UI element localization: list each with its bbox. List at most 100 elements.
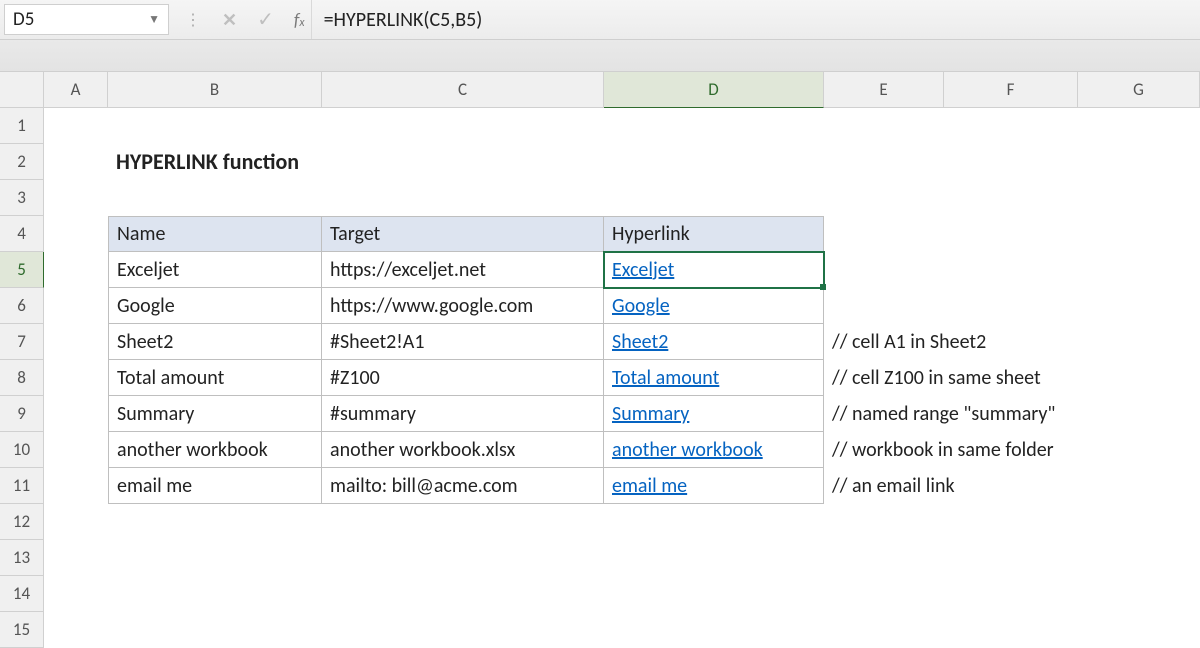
cell-E15[interactable]	[824, 612, 944, 648]
cell-B8[interactable]: Total amount	[108, 360, 322, 396]
col-head-G[interactable]: G	[1078, 72, 1200, 108]
cell-G5[interactable]	[1078, 252, 1200, 288]
cell-C14[interactable]	[322, 576, 604, 612]
hyperlink-cell[interactable]: Exceljet	[612, 258, 674, 282]
cell-E13[interactable]	[824, 540, 944, 576]
row-head-4[interactable]: 4	[0, 216, 44, 252]
cell-C2[interactable]	[322, 144, 604, 180]
cell-F15[interactable]	[944, 612, 1078, 648]
formula-bar[interactable]: =HYPERLINK(C5,B5)	[311, 0, 1200, 39]
cell-A3[interactable]	[44, 180, 108, 216]
row-head-3[interactable]: 3	[0, 180, 44, 216]
cell-G13[interactable]	[1078, 540, 1200, 576]
cell-B9[interactable]: Summary	[108, 396, 322, 432]
cell-A9[interactable]	[44, 396, 108, 432]
cell-B14[interactable]	[108, 576, 322, 612]
hyperlink-cell[interactable]: Sheet2	[612, 330, 668, 354]
cell-A10[interactable]	[44, 432, 108, 468]
cell-E3[interactable]	[824, 180, 944, 216]
cell-D9[interactable]: Summary	[604, 396, 824, 432]
cell-E5[interactable]	[824, 252, 944, 288]
cell-D6[interactable]: Google	[604, 288, 824, 324]
cell-D14[interactable]	[604, 576, 824, 612]
cell-D3[interactable]	[604, 180, 824, 216]
hyperlink-cell[interactable]: Total amount	[612, 366, 719, 390]
cancel-icon[interactable]: ✕	[222, 9, 237, 31]
table-head-hyperlink[interactable]: Hyperlink	[604, 216, 824, 252]
cell-C1[interactable]	[322, 108, 604, 144]
row-head-1[interactable]: 1	[0, 108, 44, 144]
cell-F1[interactable]	[944, 108, 1078, 144]
cell-A15[interactable]	[44, 612, 108, 648]
cell-F7[interactable]	[944, 324, 1078, 360]
cell-B1[interactable]	[108, 108, 322, 144]
row-head-10[interactable]: 10	[0, 432, 44, 468]
cell-D12[interactable]	[604, 504, 824, 540]
cell-B5[interactable]: Exceljet	[108, 252, 322, 288]
cell-D5-selected[interactable]: Exceljet	[604, 252, 824, 288]
cell-A11[interactable]	[44, 468, 108, 504]
cell-E14[interactable]	[824, 576, 944, 612]
col-head-A[interactable]: A	[44, 72, 108, 108]
cell-F14[interactable]	[944, 576, 1078, 612]
cell-B15[interactable]	[108, 612, 322, 648]
fill-handle[interactable]	[820, 284, 826, 290]
cell-A5[interactable]	[44, 252, 108, 288]
cell-C15[interactable]	[322, 612, 604, 648]
cell-C12[interactable]	[322, 504, 604, 540]
cell-B7[interactable]: Sheet2	[108, 324, 322, 360]
cell-E9[interactable]: // named range "summary"	[824, 396, 944, 432]
row-head-7[interactable]: 7	[0, 324, 44, 360]
cell-E12[interactable]	[824, 504, 944, 540]
cell-A1[interactable]	[44, 108, 108, 144]
cell-D15[interactable]	[604, 612, 824, 648]
name-box[interactable]: D5 ▼	[4, 4, 169, 35]
cell-F3[interactable]	[944, 180, 1078, 216]
cell-G10[interactable]	[1078, 432, 1200, 468]
chevron-down-icon[interactable]: ▼	[148, 12, 160, 27]
title-cell[interactable]: HYPERLINK function	[108, 144, 322, 180]
cell-C7[interactable]: #Sheet2!A1	[322, 324, 604, 360]
hyperlink-cell[interactable]: another workbook	[612, 438, 763, 462]
cell-A8[interactable]	[44, 360, 108, 396]
spreadsheet-grid[interactable]: A B C D E F G 1 2 HYPERLINK function 3 4…	[0, 72, 1200, 648]
cell-C3[interactable]	[322, 180, 604, 216]
cell-E11[interactable]: // an email link	[824, 468, 944, 504]
table-head-target[interactable]: Target	[322, 216, 604, 252]
cell-C6[interactable]: https://www.google.com	[322, 288, 604, 324]
col-head-F[interactable]: F	[944, 72, 1078, 108]
hyperlink-cell[interactable]: Google	[612, 294, 670, 318]
cell-A2[interactable]	[44, 144, 108, 180]
enter-icon[interactable]: ✓	[257, 7, 274, 32]
hyperlink-cell[interactable]: email me	[612, 474, 687, 498]
cell-G2[interactable]	[1078, 144, 1200, 180]
cell-D8[interactable]: Total amount	[604, 360, 824, 396]
row-head-15[interactable]: 15	[0, 612, 44, 648]
col-head-D[interactable]: D	[604, 72, 824, 108]
cell-D7[interactable]: Sheet2	[604, 324, 824, 360]
row-head-13[interactable]: 13	[0, 540, 44, 576]
cell-G4[interactable]	[1078, 216, 1200, 252]
cell-F13[interactable]	[944, 540, 1078, 576]
cell-C5[interactable]: https://exceljet.net	[322, 252, 604, 288]
select-all-corner[interactable]	[0, 72, 44, 108]
cell-E2[interactable]	[824, 144, 944, 180]
cell-A6[interactable]	[44, 288, 108, 324]
cell-C10[interactable]: another workbook.xlsx	[322, 432, 604, 468]
cell-G15[interactable]	[1078, 612, 1200, 648]
row-head-14[interactable]: 14	[0, 576, 44, 612]
cell-E4[interactable]	[824, 216, 944, 252]
cell-E10[interactable]: // workbook in same folder	[824, 432, 944, 468]
cell-D2[interactable]	[604, 144, 824, 180]
col-head-C[interactable]: C	[322, 72, 604, 108]
cell-A14[interactable]	[44, 576, 108, 612]
cell-F8[interactable]	[944, 360, 1078, 396]
cell-G14[interactable]	[1078, 576, 1200, 612]
cell-F10[interactable]	[944, 432, 1078, 468]
cell-C11[interactable]: mailto: bill@acme.com	[322, 468, 604, 504]
row-head-12[interactable]: 12	[0, 504, 44, 540]
cell-F2[interactable]	[944, 144, 1078, 180]
cell-E1[interactable]	[824, 108, 944, 144]
col-head-B[interactable]: B	[108, 72, 322, 108]
cell-F6[interactable]	[944, 288, 1078, 324]
